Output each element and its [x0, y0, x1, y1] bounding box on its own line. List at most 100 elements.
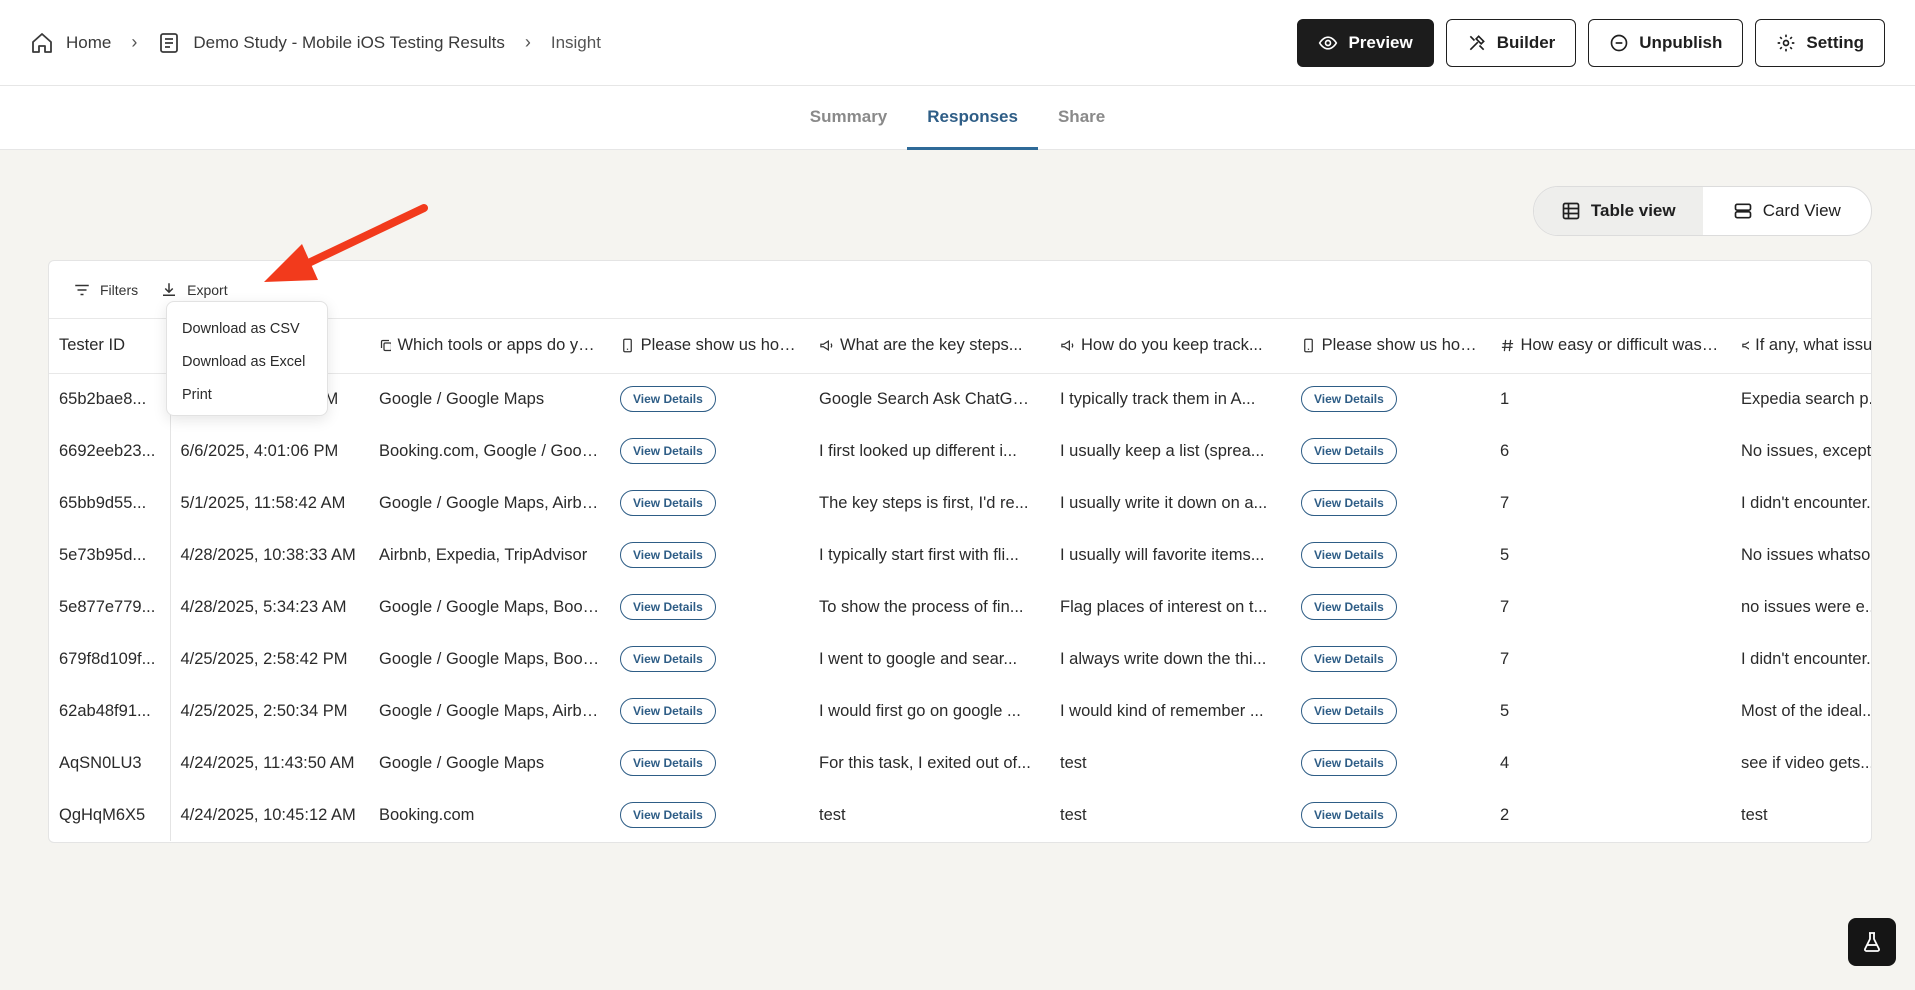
setting-button[interactable]: Setting: [1755, 18, 1885, 67]
preview-button[interactable]: Preview: [1297, 18, 1434, 67]
print-option[interactable]: Print: [167, 378, 327, 411]
annotation-arrow: [264, 204, 428, 282]
table-view-button[interactable]: Table view: [1534, 187, 1703, 235]
view-details-button[interactable]: View Details: [620, 594, 716, 620]
view-details-button[interactable]: View Details: [620, 542, 716, 568]
builder-button[interactable]: Builder: [1445, 18, 1577, 67]
lab-flask-button[interactable]: [1848, 918, 1896, 966]
table-cell: 4/28/2025, 10:38:33 AM: [180, 545, 356, 564]
breadcrumb-home[interactable]: Home: [30, 31, 111, 55]
details-cell: View Details: [610, 477, 809, 529]
table-icon: [1562, 202, 1580, 220]
home-icon: [32, 32, 52, 53]
view-details-button[interactable]: View Details: [1301, 542, 1397, 568]
details-cell: View Details: [1291, 477, 1490, 529]
table-cell: 2: [1500, 805, 1510, 824]
table-row[interactable]: AqSN0LU3 4/24/2025, 11:43:50 AM Google / G…: [49, 737, 1871, 789]
tab-share[interactable]: Share: [1038, 86, 1125, 150]
megaphone-icon: [819, 338, 834, 353]
table-cell: no issues were e...: [1741, 597, 1872, 616]
table-cell: 5: [1500, 545, 1510, 564]
view-details-button[interactable]: View Details: [620, 438, 716, 464]
view-details-button[interactable]: View Details: [1301, 594, 1397, 620]
table-cell: 1: [1500, 389, 1510, 408]
details-cell: View Details: [610, 581, 809, 633]
download-icon: [163, 282, 176, 296]
view-toggle: Table view Card View: [1533, 186, 1872, 236]
table-cell: Airbnb, Expedia, TripAdvisor: [379, 545, 588, 564]
view-details-button[interactable]: View Details: [1301, 646, 1397, 672]
column-header-label: If any, what issues did you encounter...: [1755, 336, 1872, 355]
table-row[interactable]: QgHqM6X5 4/24/2025, 10:45:12 AM Booking.co…: [49, 789, 1871, 841]
table-row[interactable]: 62ab48f91... 4/25/2025, 2:50:34 PM Google …: [49, 685, 1871, 737]
unpublish-label: Unpublish: [1639, 32, 1723, 52]
view-details-button[interactable]: View Details: [620, 802, 716, 828]
table-cell: I first looked up different i...: [819, 441, 1017, 460]
table-row[interactable]: 65bb9d55... 5/1/2025, 11:58:42 AM Google /…: [49, 477, 1871, 529]
download-excel-option[interactable]: Download as Excel: [167, 345, 327, 378]
column-header[interactable]: Please show us how...: [610, 319, 809, 374]
table-cell: 6692eeb23...: [49, 425, 171, 477]
table-cell: 7: [1500, 649, 1510, 668]
column-header[interactable]: If any, what issues did you encounter...: [1731, 319, 1872, 374]
export-button[interactable]: Export: [160, 281, 228, 299]
table-row[interactable]: 679f8d109f... 4/25/2025, 2:58:42 PM Google…: [49, 633, 1872, 685]
tab-responses[interactable]: Responses: [907, 86, 1038, 150]
view-details-button[interactable]: View Details: [1301, 802, 1397, 828]
column-header[interactable]: Which tools or apps do you use...: [369, 319, 610, 374]
table-cell: No issues, except...: [1741, 441, 1872, 460]
view-details-button[interactable]: View Details: [620, 698, 716, 724]
table-cell: 6: [1500, 441, 1510, 460]
card-view-button[interactable]: Card View: [1703, 187, 1872, 235]
table-cell: 65bb9d55...: [49, 477, 171, 529]
unpublish-button[interactable]: Unpublish: [1588, 18, 1744, 67]
column-header[interactable]: How easy or difficult was it...: [1490, 319, 1731, 374]
column-header[interactable]: What are the key steps...: [809, 319, 1050, 374]
download-csv-option[interactable]: Download as CSV: [167, 312, 327, 345]
table-cell: Google / Google Maps, Airbnb: [379, 493, 601, 512]
column-header-label: Tester ID: [59, 336, 126, 355]
gear-icon: [1778, 34, 1795, 51]
view-details-button[interactable]: View Details: [1301, 438, 1397, 464]
view-details-button[interactable]: View Details: [1301, 490, 1397, 516]
filters-button[interactable]: Filters: [73, 281, 138, 299]
phone-icon: [620, 338, 635, 353]
table-cell: 65b2bae8...: [49, 373, 171, 425]
phone-icon: [1301, 338, 1316, 353]
table-cell: 6/6/2025, 4:01:06 PM: [180, 441, 339, 460]
view-details-button[interactable]: View Details: [1301, 698, 1397, 724]
view-details-button[interactable]: View Details: [620, 750, 716, 776]
table-cell: 5e877e779...: [49, 581, 171, 633]
flask-icon: [1864, 932, 1880, 952]
table-cell: Google / Google Maps: [379, 389, 545, 408]
table-row[interactable]: 5e877e779... 4/28/2025, 5:34:23 AM Google …: [49, 581, 1872, 633]
details-cell: View Details: [610, 789, 809, 841]
tab-summary[interactable]: Summary: [790, 86, 907, 150]
table-cell: I would first go on google ...: [819, 701, 1021, 720]
details-cell: View Details: [1291, 425, 1490, 477]
table-cell: I usually write it down on a...: [1060, 493, 1268, 512]
table-cell: Google / Google Maps: [379, 753, 545, 772]
table-cell: 5: [1500, 701, 1510, 720]
view-details-button[interactable]: View Details: [620, 490, 716, 516]
view-details-button[interactable]: View Details: [1301, 386, 1397, 413]
table-cell: Google / Google Maps, Booking.com: [379, 597, 610, 616]
view-details-button[interactable]: View Details: [1301, 750, 1397, 776]
table-cell: 679f8d109f...: [49, 633, 171, 685]
column-header[interactable]: How do you keep track...: [1050, 319, 1291, 374]
table-row[interactable]: 5e73b95d... 4/28/2025, 10:38:33 AM Airbnb,…: [49, 529, 1871, 581]
details-cell: View Details: [610, 633, 809, 685]
table-row[interactable]: 6692eeb23... 6/6/2025, 4:01:06 PM Booking.…: [49, 425, 1872, 477]
table-cell: Google Search Ask ChatGPT...: [819, 389, 1046, 408]
details-cell: View Details: [610, 685, 809, 737]
table-cell: I didn't encounter...: [1741, 649, 1872, 668]
column-header[interactable]: Please show us how...: [1291, 319, 1490, 374]
view-details-button[interactable]: View Details: [620, 386, 716, 413]
builder-label: Builder: [1496, 32, 1556, 52]
breadcrumb-study[interactable]: Demo Study - Mobile iOS Testing Results: [157, 31, 505, 55]
details-cell: View Details: [1291, 373, 1490, 425]
table-cell: I usually will favorite items...: [1060, 545, 1265, 564]
card-view-label: Card View: [1762, 201, 1841, 220]
column-header[interactable]: Tester ID: [49, 319, 171, 374]
view-details-button[interactable]: View Details: [620, 646, 716, 672]
